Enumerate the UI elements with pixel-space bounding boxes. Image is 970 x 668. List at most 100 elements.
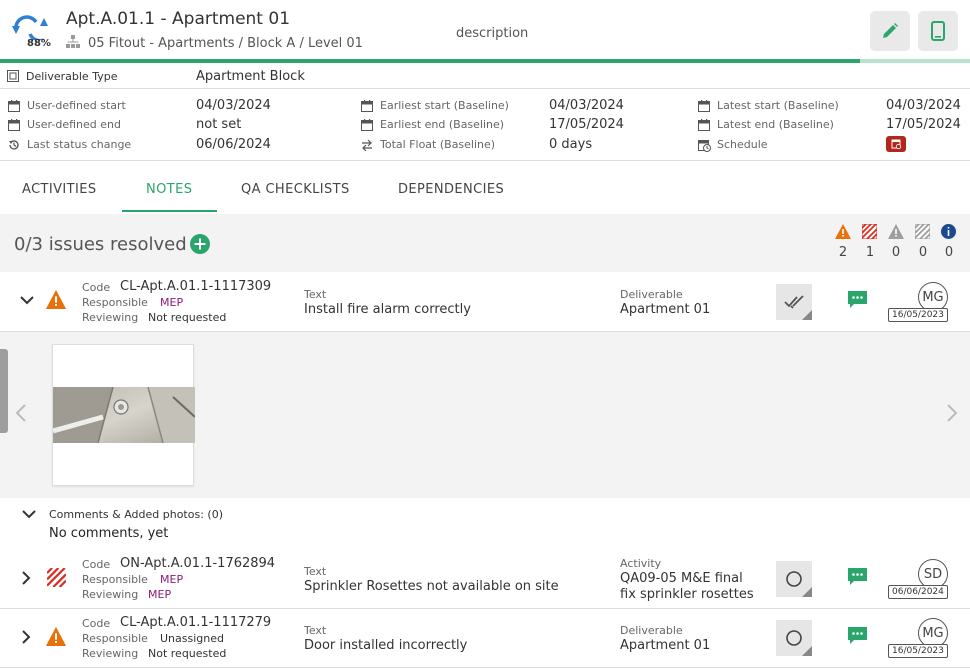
chevron-right-icon[interactable]: [21, 571, 31, 585]
tab-active-indicator: [122, 210, 217, 212]
chevron-right-icon[interactable]: [946, 403, 958, 423]
circle-icon: [786, 571, 802, 587]
responsible-label: Responsible: [82, 632, 148, 645]
tab-qa-checklists[interactable]: QA CHECKLISTS: [241, 182, 350, 197]
comment-icon[interactable]: [848, 568, 867, 586]
description-field[interactable]: description: [456, 26, 528, 41]
activity-value-line2: fix sprinkler rosettes: [620, 587, 754, 602]
deliverable-type-label: Deliverable Type: [26, 70, 118, 83]
count-stripe: 1: [865, 245, 875, 260]
reviewing-value: Not requested: [148, 647, 227, 660]
text-label: Text: [304, 288, 327, 301]
info-label: Earliest start (Baseline): [380, 99, 509, 112]
double-check-icon: [784, 295, 804, 309]
deliverable-value: Apartment 01: [620, 638, 711, 653]
stripe-issue-icon[interactable]: [862, 224, 877, 239]
reviewing-label: Reviewing: [82, 647, 139, 660]
info-label: Total Float (Baseline): [380, 138, 496, 151]
warning-icon[interactable]: [835, 224, 851, 239]
chevron-down-icon[interactable]: [20, 296, 34, 306]
pencil-icon: [883, 23, 898, 38]
calendar-icon: [698, 100, 710, 112]
grey-warning-icon[interactable]: [888, 224, 904, 239]
plus-circle-icon: [190, 234, 210, 254]
deliverable-value: Apartment 01: [620, 302, 711, 317]
deliverable-label: Deliverable: [620, 288, 683, 301]
deliverable-type-value: Apartment Block: [196, 69, 305, 84]
chevron-right-icon[interactable]: [21, 630, 31, 644]
divider: [0, 160, 970, 161]
info-value: 17/05/2024: [886, 117, 961, 132]
info-label: User-defined end: [27, 118, 121, 131]
count-warning: 2: [838, 245, 848, 260]
issues-resolved-text: 0/3 issues resolved: [14, 234, 187, 255]
tab-dependencies[interactable]: DEPENDENCIES: [398, 182, 504, 197]
text-label: Text: [304, 624, 327, 637]
responsible-value: Unassigned: [160, 632, 224, 645]
count-grey-warning: 0: [891, 245, 901, 260]
stripe-issue-icon: [47, 568, 66, 587]
deliverable-label: Deliverable: [620, 624, 683, 637]
edit-button[interactable]: [870, 11, 910, 51]
comment-icon[interactable]: [848, 627, 867, 645]
info-icon[interactable]: [941, 224, 956, 239]
status-open-button[interactable]: [776, 561, 812, 597]
photo-thumbnail[interactable]: [52, 344, 195, 486]
warning-icon: [45, 290, 67, 309]
chevron-down-icon[interactable]: [22, 510, 36, 520]
calendar-icon: [361, 100, 373, 112]
calendar-clock-icon: [698, 139, 711, 152]
count-grey-stripe: 0: [918, 245, 928, 260]
info-value: 0 days: [549, 137, 593, 152]
mobile-view-button[interactable]: [918, 11, 958, 51]
count-info: 0: [944, 245, 954, 260]
text-value: Install fire alarm correctly: [304, 302, 471, 317]
info-value: 04/03/2024: [549, 98, 624, 113]
chevron-left-icon[interactable]: [15, 403, 27, 423]
responsible-value: MEP: [160, 296, 184, 309]
breadcrumb[interactable]: 05 Fitout - Apartments / Block A / Level…: [88, 36, 363, 51]
comment-icon[interactable]: [848, 291, 867, 309]
info-value: not set: [196, 117, 242, 132]
sync-progress-icon[interactable]: [10, 12, 50, 40]
reviewing-label: Reviewing: [82, 588, 139, 601]
drag-handle[interactable]: [0, 349, 8, 433]
code-label: Code: [82, 617, 111, 630]
reviewing-label: Reviewing: [82, 311, 139, 324]
info-label: User-defined start: [27, 99, 126, 112]
warning-icon: [45, 627, 67, 646]
grey-stripe-icon[interactable]: [915, 224, 930, 239]
info-label: Schedule: [717, 138, 768, 151]
text-label: Text: [304, 565, 327, 578]
status-open-button[interactable]: [776, 620, 812, 656]
info-value: 06/06/2024: [196, 137, 271, 152]
date-badge: 16/05/2023: [888, 644, 948, 658]
schedule-calendar-icon[interactable]: [886, 136, 906, 152]
phone-icon: [931, 21, 945, 41]
responsible-value: MEP: [160, 573, 184, 586]
progress-bar: [0, 59, 970, 63]
status-reviewed-button[interactable]: [776, 284, 812, 320]
comments-header[interactable]: Comments & Added photos: (0): [49, 508, 223, 521]
responsible-label: Responsible: [82, 296, 148, 309]
tab-activities[interactable]: ACTIVITIES: [22, 182, 96, 197]
calendar-icon: [361, 119, 373, 131]
info-label: Latest start (Baseline): [717, 99, 839, 112]
add-issue-button[interactable]: [190, 234, 210, 254]
swap-icon: [361, 139, 373, 151]
photo-image: [53, 387, 195, 443]
info-label: Last status change: [27, 138, 132, 151]
info-label: Earliest end (Baseline): [380, 118, 505, 131]
hierarchy-icon: [66, 35, 80, 49]
activity-label: Activity: [620, 557, 662, 570]
text-value: Sprinkler Rosettes not available on site: [304, 579, 559, 594]
code-label: Code: [82, 281, 111, 294]
reviewing-value: MEP: [148, 588, 172, 601]
code-value: CL-Apt.A.01.1-1117279: [120, 615, 272, 630]
text-value: Door installed incorrectly: [304, 638, 468, 653]
calendar-icon: [8, 119, 20, 131]
comments-empty-text: No comments, yet: [49, 526, 169, 541]
calendar-icon: [8, 100, 20, 112]
tab-notes[interactable]: NOTES: [146, 182, 192, 197]
date-badge: 06/06/2024: [888, 585, 948, 599]
